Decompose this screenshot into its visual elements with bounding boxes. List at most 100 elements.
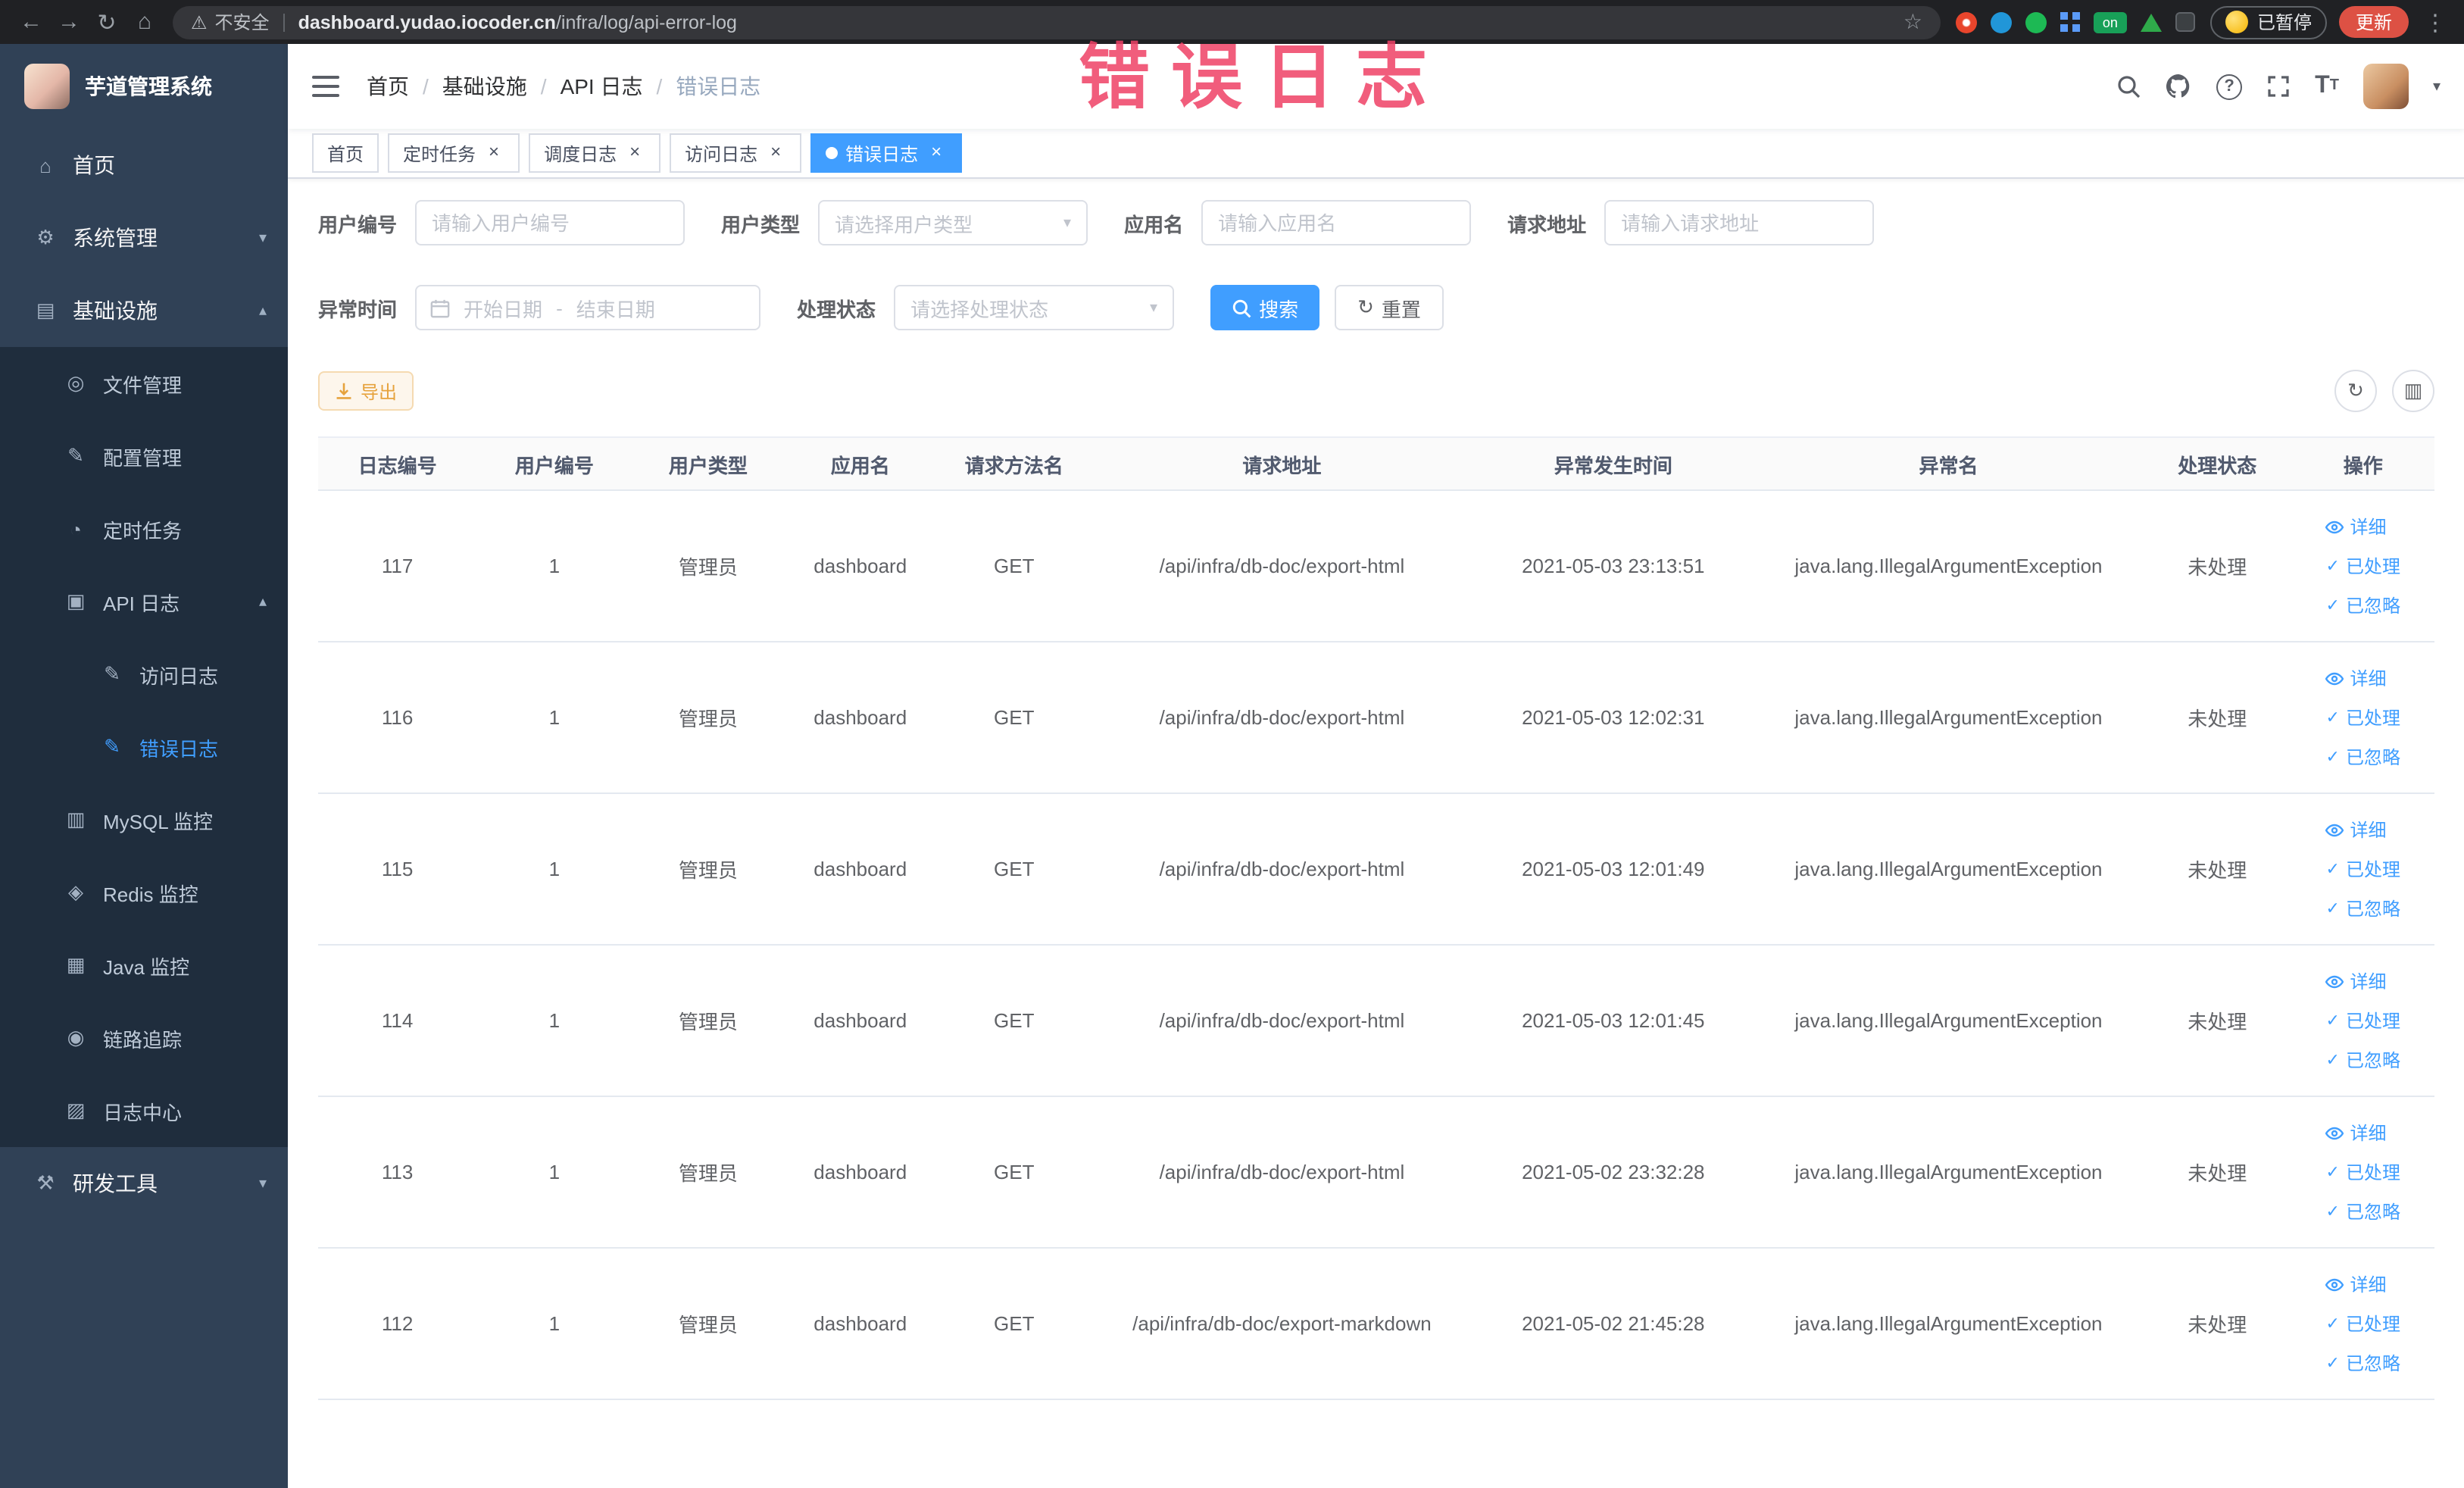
sidebar-item-trace[interactable]: ◉ 链路追踪 <box>0 1002 288 1074</box>
column-header: 请求地址 <box>1091 436 1472 491</box>
action-detail-link[interactable]: 详细 <box>2325 817 2387 842</box>
table-cell: java.lang.IllegalArgumentException <box>1754 1248 2143 1400</box>
sidebar-menu: ⌂ 首页 ⚙ 系统管理 ▾ ▤ 基础设施 ▴ ◎ 文件管理 ✎ 配置管理 ◔ 定时任务 ▣ API 日志 ▴ ✎ 访… <box>0 129 288 1220</box>
font-size-icon[interactable]: TT <box>2315 73 2339 98</box>
blue-extension-icon[interactable] <box>1990 11 2012 33</box>
user-type-select[interactable]: 请选择用户类型 ▾ <box>818 200 1088 245</box>
close-icon[interactable]: × <box>765 142 786 164</box>
tab-job-log[interactable]: 调度日志 × <box>529 133 661 173</box>
breadcrumb-item[interactable]: 首页 <box>367 71 409 102</box>
sidebar-item-file[interactable]: ◎ 文件管理 <box>0 347 288 420</box>
filter-user-type: 用户类型 请选择用户类型 ▾ <box>721 200 1088 245</box>
help-icon[interactable]: ? <box>2216 73 2243 99</box>
sidebar-item-mysql[interactable]: ▥ MySQL 监控 <box>0 783 288 856</box>
action-processed-link[interactable]: ✓ 已处理 <box>2326 1311 2400 1336</box>
grid-extension-icon[interactable] <box>2060 12 2080 32</box>
security-status[interactable]: ⚠ 不安全 <box>191 9 270 35</box>
refresh-table-button[interactable]: ↻ <box>2334 370 2377 412</box>
tab-home[interactable]: 首页 <box>312 133 379 173</box>
tab-job[interactable]: 定时任务 × <box>388 133 520 173</box>
tab-access-log[interactable]: 访问日志 × <box>670 133 802 173</box>
table-cell: /api/infra/db-doc/export-html <box>1091 1096 1472 1249</box>
action-ignored-link[interactable]: ✓ 已忽略 <box>2326 1047 2400 1073</box>
back-icon[interactable]: ← <box>12 3 50 41</box>
sidebar-item-error-log[interactable]: ✎ 错误日志 <box>0 711 288 783</box>
search-icon[interactable] <box>2116 74 2141 98</box>
bookmark-star-icon[interactable]: ☆ <box>1903 9 1922 35</box>
sidebar-item-label: 链路追踪 <box>103 1028 183 1051</box>
action-processed-link[interactable]: ✓ 已处理 <box>2326 1008 2400 1033</box>
tree-extension-icon[interactable] <box>2140 13 2162 31</box>
app-name-input[interactable] <box>1201 200 1472 245</box>
sidebar-item-job[interactable]: ◔ 定时任务 <box>0 492 288 565</box>
sidebar-item-access-log[interactable]: ✎ 访问日志 <box>0 638 288 711</box>
table-cell: 2021-05-02 23:32:28 <box>1472 1096 1755 1249</box>
table-cell: dashboard <box>784 793 937 946</box>
action-processed-link[interactable]: ✓ 已处理 <box>2326 856 2400 882</box>
action-ignored-link[interactable]: ✓ 已忽略 <box>2326 744 2400 770</box>
sidebar-item-infra[interactable]: ▤ 基础设施 ▴ <box>0 274 288 347</box>
adblock-extension-icon[interactable] <box>1955 11 1977 33</box>
table-cell: dashboard <box>784 945 937 1097</box>
breadcrumb-item[interactable]: API 日志 <box>561 71 643 102</box>
exception-time-range-picker[interactable]: 开始日期 - 结束日期 <box>415 285 761 330</box>
start-date-placeholder: 开始日期 <box>464 298 543 320</box>
fullscreen-icon[interactable] <box>2266 74 2291 98</box>
sidebar-item-api-log[interactable]: ▣ API 日志 ▴ <box>0 565 288 638</box>
request-url-input[interactable] <box>1604 200 1875 245</box>
close-icon[interactable]: × <box>624 142 645 164</box>
table-cell: 2021-05-03 23:13:51 <box>1472 490 1755 642</box>
browser-menu-icon[interactable]: ⋮ <box>2418 8 2453 36</box>
address-bar[interactable]: ⚠ 不安全 dashboard.yudao.iocoder.cn/infra/l… <box>173 5 1941 39</box>
action-ignored-link[interactable]: ✓ 已忽略 <box>2326 1350 2400 1376</box>
browser-update-button[interactable]: 更新 <box>2338 6 2409 38</box>
sidebar-item-home[interactable]: ⌂ 首页 <box>0 129 288 202</box>
reload-icon[interactable]: ↻ <box>88 3 126 41</box>
sidebar-item-dev-tools[interactable]: ⚒ 研发工具 ▾ <box>0 1147 288 1220</box>
action-detail-link[interactable]: 详细 <box>2325 968 2387 994</box>
sidebar-item-system[interactable]: ⚙ 系统管理 ▾ <box>0 202 288 274</box>
user-menu-caret-icon[interactable]: ▾ <box>2433 78 2441 95</box>
refresh-icon: ↻ <box>2347 379 2364 402</box>
toggle-columns-button[interactable]: ▥ <box>2392 370 2434 412</box>
top-navbar: 首页 / 基础设施 / API 日志 / 错误日志 ? TT ▾ <box>288 44 2464 129</box>
action-processed-link[interactable]: ✓ 已处理 <box>2326 1159 2400 1185</box>
user-id-input[interactable] <box>415 200 685 245</box>
check-icon: ✓ <box>2325 558 2340 576</box>
sidebar-item-config[interactable]: ✎ 配置管理 <box>0 420 288 492</box>
columns-icon: ▥ <box>2403 379 2423 402</box>
green-extension-icon[interactable] <box>2025 11 2047 33</box>
sidebar-item-redis[interactable]: ◈ Redis 监控 <box>0 856 288 929</box>
action-ignored-link[interactable]: ✓ 已忽略 <box>2326 592 2400 618</box>
action-processed-link[interactable]: ✓ 已处理 <box>2326 553 2400 579</box>
plugin-extension-icon[interactable] <box>2175 12 2195 32</box>
action-detail-link[interactable]: 详细 <box>2325 1271 2387 1297</box>
action-detail-link[interactable]: 详细 <box>2325 1120 2387 1146</box>
user-avatar[interactable] <box>2363 64 2409 109</box>
security-label: 不安全 <box>214 12 270 33</box>
action-label: 已处理 <box>2345 556 2400 577</box>
process-status-select[interactable]: 请选择处理状态 ▾ <box>894 285 1175 330</box>
action-ignored-link[interactable]: ✓ 已忽略 <box>2326 896 2400 921</box>
sidebar-item-label: MySQL 监控 <box>103 810 213 833</box>
switch-on-extension-icon[interactable]: on <box>2093 11 2127 33</box>
action-processed-link[interactable]: ✓ 已处理 <box>2326 705 2400 730</box>
hamburger-icon[interactable] <box>312 76 339 97</box>
close-icon[interactable]: × <box>926 142 947 164</box>
search-button[interactable]: 搜索 <box>1210 285 1320 330</box>
breadcrumb-item[interactable]: 基础设施 <box>442 71 527 102</box>
tab-error-log[interactable]: 错误日志 × <box>810 133 963 173</box>
github-icon[interactable] <box>2165 73 2192 100</box>
export-button[interactable]: 导出 <box>318 371 414 411</box>
home-icon[interactable]: ⌂ <box>126 3 164 41</box>
forward-icon[interactable]: → <box>50 3 88 41</box>
reset-button[interactable]: ↻ 重置 <box>1335 285 1444 330</box>
close-icon[interactable]: × <box>483 142 504 164</box>
profile-chip[interactable]: 已暂停 <box>2209 5 2327 39</box>
app-logo[interactable]: 芋道管理系统 <box>0 44 288 129</box>
sidebar-item-java[interactable]: ▦ Java 监控 <box>0 929 288 1002</box>
action-ignored-link[interactable]: ✓ 已忽略 <box>2326 1199 2400 1224</box>
action-detail-link[interactable]: 详细 <box>2325 665 2387 691</box>
action-detail-link[interactable]: 详细 <box>2325 514 2387 539</box>
sidebar-item-log-center[interactable]: ▨ 日志中心 <box>0 1074 288 1147</box>
